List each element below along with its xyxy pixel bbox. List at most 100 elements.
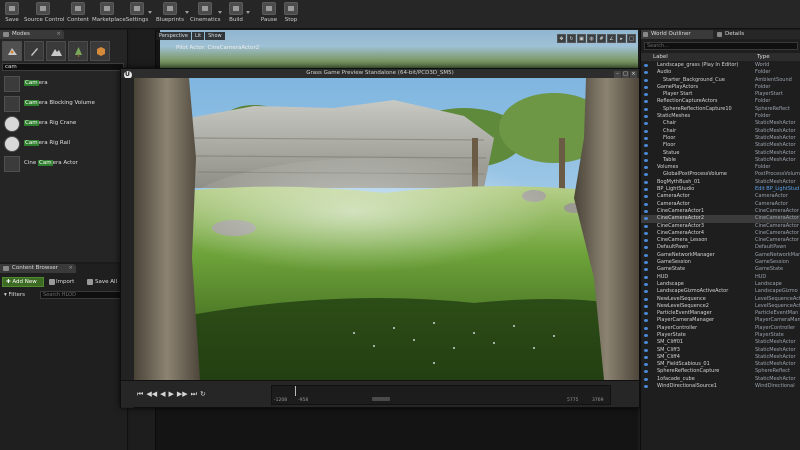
visibility-eye-icon[interactable] — [644, 246, 648, 250]
game-preview-window[interactable]: Grass Game Preview Standalone (64-bit/PC… — [120, 68, 640, 408]
visibility-eye-icon[interactable] — [644, 253, 648, 257]
outliner-row[interactable]: Landscape_grass (Play In Editor) World — [641, 62, 800, 69]
preview-title-bar[interactable]: Grass Game Preview Standalone (64-bit/PC… — [121, 69, 639, 79]
timeline-track[interactable]: -1208 -958 5775 3769 — [271, 385, 611, 405]
visibility-eye-icon[interactable] — [644, 355, 648, 359]
visibility-eye-icon[interactable] — [644, 166, 648, 170]
outliner-row[interactable]: CameraActor CameraActor — [641, 193, 800, 200]
visibility-eye-icon[interactable] — [644, 209, 648, 213]
visibility-eye-icon[interactable] — [644, 188, 648, 192]
outliner-row[interactable]: GameState GameState — [641, 266, 800, 273]
visibility-eye-icon[interactable] — [644, 268, 648, 272]
settings-button[interactable]: Settings — [124, 2, 150, 28]
viewport-lit-tab[interactable]: Lit — [191, 32, 205, 40]
outliner-row[interactable]: ParticleEventManager ParticleEventMan — [641, 310, 800, 317]
visibility-eye-icon[interactable] — [644, 85, 648, 89]
game-scene[interactable] — [134, 78, 639, 380]
outliner-row[interactable]: GameNetworkManager GameNetworkMan — [641, 252, 800, 259]
outliner-row[interactable]: SphereReflectionCapture10 SphereReflect — [641, 106, 800, 113]
blueprints-button[interactable]: Blueprints — [156, 2, 184, 28]
play-icon[interactable]: ▶ — [168, 390, 173, 398]
marketplace-button[interactable]: Marketplace — [92, 2, 126, 28]
mode-item-camera-rig-crane[interactable]: Camera Rig Crane — [2, 115, 124, 133]
playhead[interactable] — [295, 386, 296, 396]
visibility-eye-icon[interactable] — [644, 144, 648, 148]
snap-icon[interactable]: # — [597, 34, 606, 43]
visibility-eye-icon[interactable] — [644, 158, 648, 162]
outliner-search-input[interactable]: Search... — [644, 42, 798, 50]
visibility-eye-icon[interactable] — [644, 115, 648, 119]
outliner-row[interactable]: 1ofacade_cube StaticMeshActor — [641, 376, 800, 383]
foliage-mode-button[interactable] — [68, 41, 88, 61]
outliner-row[interactable]: NewLevelSequence2 LevelSequenceActor — [641, 303, 800, 310]
outliner-row[interactable]: CineCameraActor4 CineCameraActor — [641, 230, 800, 237]
outliner-row[interactable]: GlobalPostProcessVolume PostProcessVolume — [641, 171, 800, 178]
outliner-row[interactable]: NewLevelSequence LevelSequenceActor — [641, 296, 800, 303]
outliner-row[interactable]: CineCamera_Lesson CineCameraActor — [641, 237, 800, 244]
outliner-row[interactable]: SM_FieldScabious_01 StaticMeshActor — [641, 361, 800, 368]
outliner-row[interactable]: SM_Cliff4 StaticMeshActor — [641, 354, 800, 361]
outliner-row[interactable]: DefaultPawn DefaultPawn — [641, 244, 800, 251]
add-new-button[interactable]: ✚ Add New — [2, 277, 44, 287]
place-mode-button[interactable] — [2, 41, 22, 61]
angle-snap-icon[interactable]: ∠ — [607, 34, 616, 43]
stop-button[interactable]: Stop — [282, 2, 300, 28]
outliner-row[interactable]: SM_Cliff3 StaticMeshActor — [641, 347, 800, 354]
outliner-row[interactable]: Landscape Landscape — [641, 281, 800, 288]
source-control-button[interactable]: Source Control — [24, 2, 65, 28]
outliner-row[interactable]: Table StaticMeshActor — [641, 157, 800, 164]
mode-item-camera-rig-rail[interactable]: Camera Rig Rail — [2, 135, 124, 153]
filters-button[interactable]: ▾ Filters — [4, 292, 25, 298]
visibility-eye-icon[interactable] — [644, 348, 648, 352]
jump-to-end-icon[interactable]: ⏭ — [191, 390, 197, 398]
settings-dropdown-icon[interactable] — [148, 11, 152, 14]
visibility-eye-icon[interactable] — [644, 363, 648, 367]
content-button[interactable]: Content — [66, 2, 90, 28]
outliner-row[interactable]: Floor StaticMeshActor — [641, 142, 800, 149]
outliner-row[interactable]: GameSession GameSession — [641, 259, 800, 266]
mode-item-camera-blocking-volume[interactable]: Camera Blocking Volume — [2, 95, 124, 113]
outliner-row[interactable]: StaticMeshes Folder — [641, 113, 800, 120]
visibility-eye-icon[interactable] — [644, 180, 648, 184]
outliner-row[interactable]: GamePlayActors Folder — [641, 84, 800, 91]
maximize-icon[interactable]: □ — [627, 34, 636, 43]
build-dropdown-icon[interactable] — [246, 11, 250, 14]
visibility-eye-icon[interactable] — [644, 107, 648, 111]
step-back-icon[interactable]: ◀◀ — [146, 390, 157, 398]
step-forward-icon[interactable]: ▶▶ — [177, 390, 188, 398]
visibility-eye-icon[interactable] — [644, 385, 648, 389]
outliner-row[interactable]: BP_LightStudio Edit BP_LightStud — [641, 186, 800, 193]
save-button[interactable]: Save — [2, 2, 22, 28]
mode-item-camera[interactable]: Camera — [2, 75, 124, 93]
outliner-row[interactable]: CineCameraActor3 CineCameraActor — [641, 223, 800, 230]
outliner-row[interactable]: Player Start PlayerStart — [641, 91, 800, 98]
visibility-eye-icon[interactable] — [644, 100, 648, 104]
visibility-eye-icon[interactable] — [644, 282, 648, 286]
visibility-eye-icon[interactable] — [644, 217, 648, 221]
visibility-eye-icon[interactable] — [644, 71, 648, 75]
scale-icon[interactable]: ▣ — [577, 34, 586, 43]
rotate-icon[interactable]: ↻ — [567, 34, 576, 43]
visibility-eye-icon[interactable] — [644, 239, 648, 243]
visibility-eye-icon[interactable] — [644, 195, 648, 199]
camera-speed-icon[interactable]: ▸ — [617, 34, 626, 43]
outliner-row[interactable]: Statue StaticMeshActor — [641, 150, 800, 157]
outliner-row[interactable]: CineCameraActor1 CineCameraActor — [641, 208, 800, 215]
landscape-mode-button[interactable] — [46, 41, 66, 61]
visibility-eye-icon[interactable] — [644, 290, 648, 294]
viewport-perspective-tab[interactable]: Perspective — [156, 32, 191, 40]
visibility-eye-icon[interactable] — [644, 136, 648, 140]
visibility-eye-icon[interactable] — [644, 370, 648, 374]
visibility-eye-icon[interactable] — [644, 312, 648, 316]
outliner-row[interactable]: Chair StaticMeshActor — [641, 120, 800, 127]
outliner-row[interactable]: PlayerController PlayerController — [641, 325, 800, 332]
loop-icon[interactable]: ↻ — [200, 390, 206, 398]
modes-search-input[interactable]: cam — [2, 63, 124, 71]
jump-to-start-icon[interactable]: ⏮ — [137, 390, 143, 398]
visibility-eye-icon[interactable] — [644, 319, 648, 323]
outliner-row[interactable]: CameraActor CameraActor — [641, 201, 800, 208]
translate-icon[interactable]: ✥ — [557, 34, 566, 43]
viewport-show-tab[interactable]: Show — [205, 32, 225, 40]
edit-blueprint-link[interactable]: Edit BP_LightStud — [755, 186, 800, 193]
outliner-row[interactable]: ReflectionCaptureActors Folder — [641, 98, 800, 105]
